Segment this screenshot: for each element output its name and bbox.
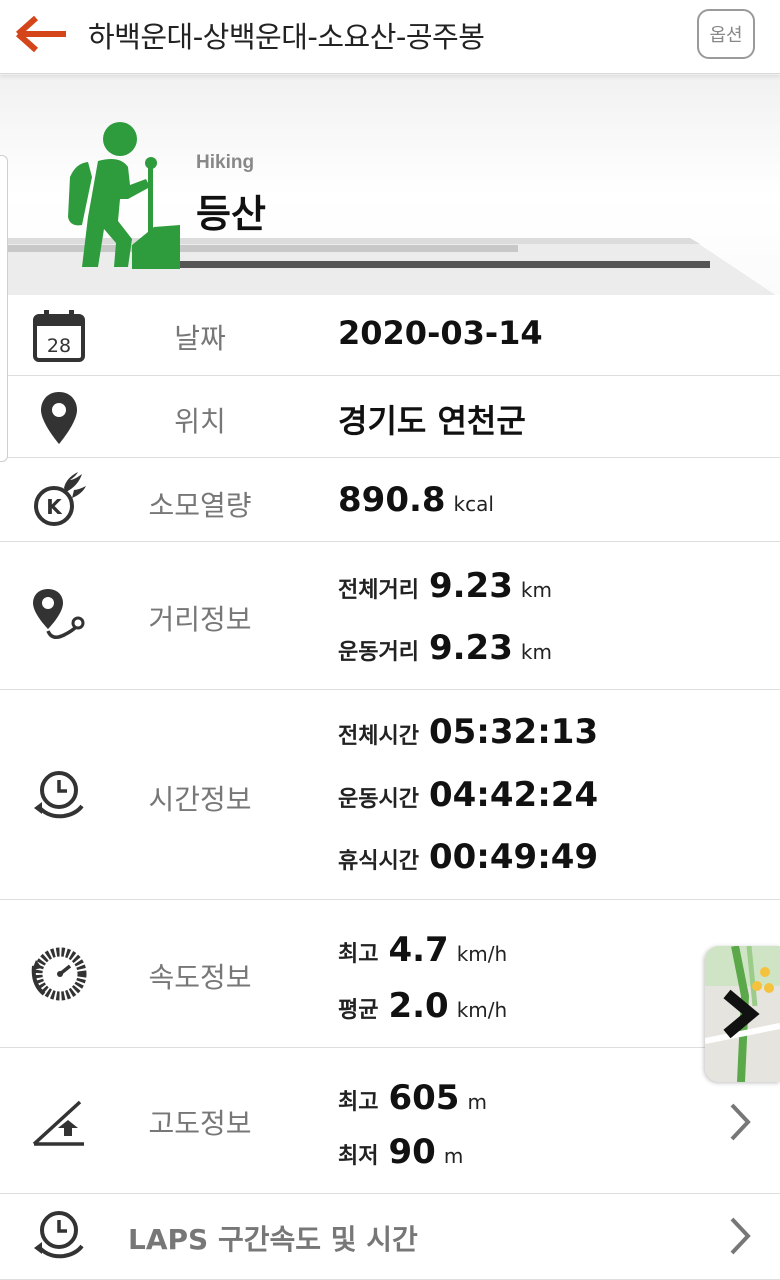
calories-unit: kcal <box>453 492 494 516</box>
avg-speed-value: 2.0 <box>388 986 449 1026</box>
calories-label: 소모열량 <box>148 489 252 522</box>
calories-value: 890.8 <box>338 480 446 520</box>
max-speed-line: 최고 4.7 km/h <box>338 930 507 970</box>
time-label: 시간정보 <box>148 783 252 816</box>
laps-clock-icon <box>30 1206 88 1264</box>
avg-speed-line: 평균 2.0 km/h <box>338 986 507 1026</box>
max-altitude-unit: m <box>467 1090 487 1114</box>
max-altitude-line: 최고 605 m <box>338 1078 487 1118</box>
calories-line: 890.8 kcal <box>338 480 494 520</box>
rest-time-value: 00:49:49 <box>428 837 599 877</box>
distance-label: 거리정보 <box>148 603 252 636</box>
date-label: 날짜 <box>174 322 226 355</box>
min-altitude-line: 최저 90 m <box>338 1132 463 1172</box>
speedometer-icon <box>30 944 88 1002</box>
laps-label: LAPS 구간속도 및 시간 <box>128 1223 418 1256</box>
laps-row[interactable]: LAPS 구간속도 및 시간 <box>0 1194 780 1280</box>
rest-time-key: 휴식시간 <box>338 849 419 874</box>
clock-time-icon <box>30 766 88 824</box>
max-altitude-value: 605 <box>388 1078 460 1118</box>
route-distance-icon <box>30 587 88 645</box>
hiker-icon <box>58 117 188 269</box>
speed-row: 속도정보 최고 4.7 km/h 평균 2.0 km/h <box>0 900 780 1048</box>
calorie-flame-icon: K <box>30 472 88 530</box>
max-speed-key: 최고 <box>338 942 379 967</box>
exercise-distance-unit: km <box>520 640 552 664</box>
min-altitude-key: 최저 <box>338 1144 379 1169</box>
location-value: 경기도 연천군 <box>338 402 526 440</box>
total-distance-line: 전체거리 9.23 km <box>338 566 552 606</box>
side-drawer-handle[interactable] <box>0 155 8 462</box>
total-distance-value: 9.23 <box>428 566 513 606</box>
calories-row: K 소모열량 890.8 kcal <box>0 458 780 542</box>
calendar-icon: 28 <box>30 307 88 365</box>
activity-type: 등산 <box>196 192 266 236</box>
date-value: 2020-03-14 <box>338 314 543 352</box>
rest-time-line: 휴식시간 00:49:49 <box>338 837 598 877</box>
altitude-label: 고도정보 <box>148 1107 252 1140</box>
exercise-distance-line: 운동거리 9.23 km <box>338 628 552 668</box>
time-row: 시간정보 전체시간 05:32:13 운동시간 04:42:24 휴식시간 00:49… <box>0 690 780 900</box>
min-altitude-unit: m <box>443 1144 464 1168</box>
total-distance-key: 전체거리 <box>338 578 419 603</box>
back-arrow-icon[interactable] <box>14 14 70 54</box>
avg-speed-unit: km/h <box>456 998 508 1022</box>
exercise-distance-value: 9.23 <box>428 628 513 668</box>
exercise-time-key: 운동시간 <box>338 787 419 812</box>
total-time-line: 전체시간 05:32:13 <box>338 712 598 752</box>
app-header: 하백운대-상백운대-소요산-공주봉 옵션 <box>0 0 780 74</box>
max-speed-unit: km/h <box>456 942 508 966</box>
page-title: 하백운대-상백운대-소요산-공주봉 <box>88 20 485 54</box>
chevron-right-icon[interactable] <box>728 1216 752 1256</box>
exercise-time-line: 운동시간 04:42:24 <box>338 775 598 815</box>
altitude-row[interactable]: 고도정보 최고 605 m 최저 90 m <box>0 1048 780 1194</box>
exercise-time-value: 04:42:24 <box>428 775 599 815</box>
date-row: 28 날짜 2020-03-14 <box>0 295 780 376</box>
max-speed-value: 4.7 <box>388 930 449 970</box>
min-altitude-value: 90 <box>388 1132 436 1172</box>
total-time-value: 05:32:13 <box>428 712 599 752</box>
exercise-distance-key: 운동거리 <box>338 640 419 665</box>
speed-label: 속도정보 <box>148 961 252 994</box>
activity-hero: Hiking 등산 <box>0 75 780 298</box>
location-pin-icon <box>30 390 88 448</box>
avg-speed-key: 평균 <box>338 998 379 1023</box>
total-distance-unit: km <box>520 578 552 602</box>
location-row: 위치 경기도 연천군 <box>0 376 780 458</box>
max-altitude-key: 최고 <box>338 1090 379 1115</box>
activity-type-english: Hiking <box>196 152 255 173</box>
chevron-right-icon[interactable] <box>728 1102 752 1142</box>
altitude-slope-icon <box>30 1094 88 1152</box>
options-button[interactable]: 옵션 <box>697 9 755 59</box>
total-time-key: 전체시간 <box>338 724 419 749</box>
location-label: 위치 <box>174 405 226 438</box>
distance-row: 거리정보 전체거리 9.23 km 운동거리 9.23 km <box>0 542 780 690</box>
svg-text:K: K <box>46 495 63 519</box>
calendar-day-number: 28 <box>47 335 71 357</box>
map-preview-button[interactable] <box>705 946 780 1082</box>
